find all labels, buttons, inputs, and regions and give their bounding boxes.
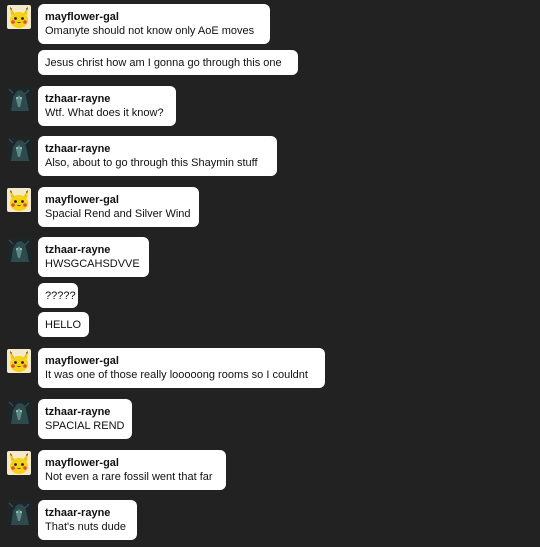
message-text: That's nuts dude <box>45 521 126 533</box>
sender-name[interactable]: mayflower-gal <box>45 10 263 24</box>
message-bubble[interactable]: tzhaar-rayne Wtf. What does it know? <box>38 86 176 126</box>
message-text: ????? <box>45 290 76 302</box>
message-bubble[interactable]: Jesus christ how am I gonna go through t… <box>38 50 298 75</box>
dark-avatar[interactable] <box>7 238 31 262</box>
sender-name[interactable]: mayflower-gal <box>45 456 219 470</box>
dark-avatar[interactable] <box>7 137 31 161</box>
sender-name[interactable]: tzhaar-rayne <box>45 506 130 520</box>
message-text: Jesus christ how am I gonna go through t… <box>45 57 282 69</box>
message-text: Spacial Rend and Silver Wind <box>45 208 191 220</box>
message-text: Not even a rare fossil went that far <box>45 471 213 483</box>
sender-name[interactable]: mayflower-gal <box>45 193 192 207</box>
message-bubble[interactable]: tzhaar-rayne Also, about to go through t… <box>38 136 277 176</box>
message-bubble[interactable]: mayflower-gal It was one of those really… <box>38 348 325 388</box>
message-text: It was one of those really looooong room… <box>45 369 308 381</box>
message-bubble[interactable]: mayflower-gal Spacial Rend and Silver Wi… <box>38 187 199 227</box>
sender-name[interactable]: tzhaar-rayne <box>45 243 142 257</box>
pikachu-avatar[interactable] <box>7 451 31 475</box>
message-text: HWSGCAHSDVVE <box>45 258 140 270</box>
dark-avatar[interactable] <box>7 87 31 111</box>
message-bubble[interactable]: HELLO <box>38 312 89 337</box>
message-bubble[interactable]: tzhaar-rayne HWSGCAHSDVVE <box>38 237 149 277</box>
sender-name[interactable]: mayflower-gal <box>45 354 318 368</box>
pikachu-avatar[interactable] <box>7 5 31 29</box>
message-bubble[interactable]: mayflower-gal Not even a rare fossil wen… <box>38 450 226 490</box>
message-text: Omanyte should not know only AoE moves <box>45 25 255 37</box>
message-bubble[interactable]: ????? <box>38 283 78 308</box>
message-text: Wtf. What does it know? <box>45 107 164 119</box>
message-text: Also, about to go through this Shaymin s… <box>45 157 258 169</box>
sender-name[interactable]: tzhaar-rayne <box>45 405 125 419</box>
message-bubble[interactable]: tzhaar-rayne SPACIAL REND <box>38 399 132 439</box>
dark-avatar[interactable] <box>7 501 31 525</box>
message-text: SPACIAL REND <box>45 420 125 432</box>
sender-name[interactable]: tzhaar-rayne <box>45 142 270 156</box>
message-bubble[interactable]: tzhaar-rayne That's nuts dude <box>38 500 137 540</box>
pikachu-avatar[interactable] <box>7 188 31 212</box>
sender-name[interactable]: tzhaar-rayne <box>45 92 169 106</box>
message-bubble[interactable]: mayflower-gal Omanyte should not know on… <box>38 4 270 44</box>
pikachu-avatar[interactable] <box>7 349 31 373</box>
dark-avatar[interactable] <box>7 400 31 424</box>
chat-log: mayflower-gal Omanyte should not know on… <box>0 0 540 547</box>
message-text: HELLO <box>45 319 82 331</box>
